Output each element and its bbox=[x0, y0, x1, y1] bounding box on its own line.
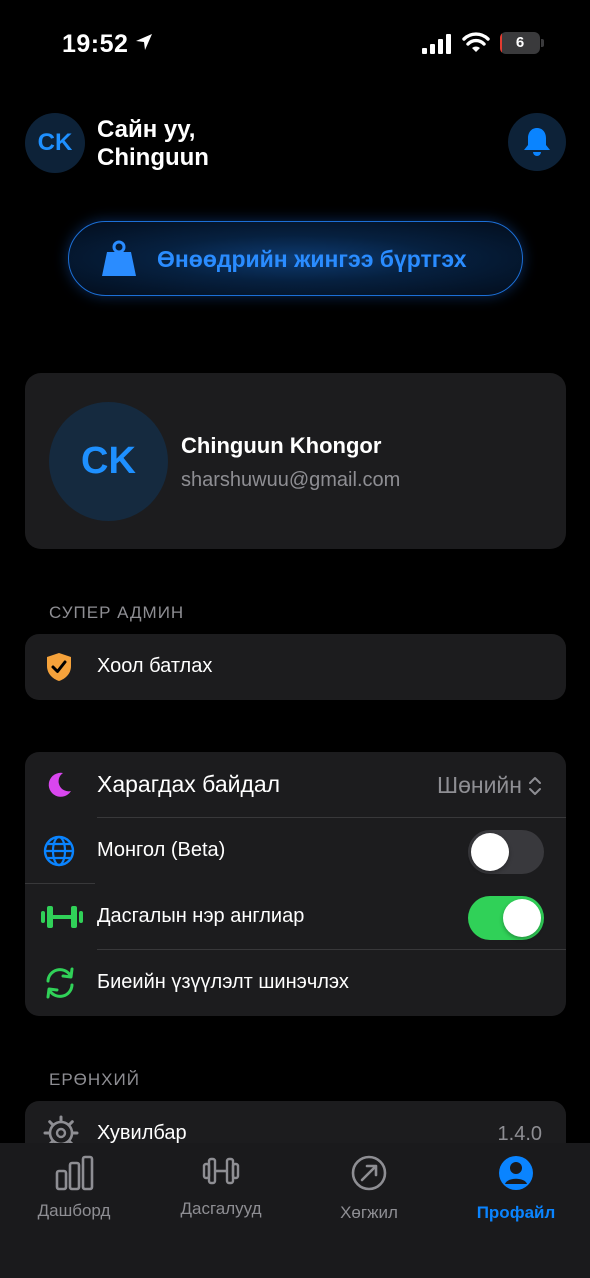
exercise-english-toggle[interactable] bbox=[468, 896, 544, 940]
toggle-knob bbox=[503, 899, 541, 937]
battery-cap bbox=[541, 39, 544, 47]
battery-percent: 6 bbox=[515, 34, 525, 51]
toggle-knob bbox=[471, 833, 509, 871]
appearance-value: Шөнийн bbox=[437, 772, 522, 798]
tab-progress[interactable]: Хөгжил bbox=[309, 1153, 429, 1223]
profile-email: sharshuwuu@gmail.com bbox=[181, 469, 401, 491]
status-time: 19:52 bbox=[62, 30, 129, 58]
profile-card[interactable]: CK Chinguun Khongor sharshuwuu@gmail.com bbox=[25, 373, 566, 549]
cellular-signal-icon bbox=[422, 34, 451, 54]
status-bar: 19:52 6 bbox=[0, 0, 590, 90]
super-admin-group: Хоол батлах bbox=[25, 634, 566, 700]
tab-exercises[interactable]: Дасгалууд bbox=[161, 1151, 281, 1219]
mongolian-row[interactable]: Монгол (Beta) bbox=[25, 818, 566, 884]
refresh-body-metrics-label: Биеийн үзүүлэлт шинэчлэх bbox=[97, 971, 349, 993]
refresh-icon bbox=[46, 967, 74, 999]
battery-indicator: 6 bbox=[500, 32, 540, 54]
appearance-row[interactable]: Харагдах байдал Шөнийн bbox=[25, 752, 566, 818]
approve-food-label: Хоол батлах bbox=[97, 655, 213, 677]
profile-name: Chinguun Khongor bbox=[181, 433, 382, 458]
tab-label: Дашборд bbox=[37, 1201, 111, 1220]
tab-label: Хөгжил bbox=[340, 1203, 398, 1222]
globe-icon bbox=[43, 835, 75, 867]
greeting: Сайн уу, Chinguun bbox=[97, 116, 209, 172]
bell-icon bbox=[524, 128, 550, 156]
log-weight-button[interactable]: Өнөөдрийн жингээ бүртгэх bbox=[68, 221, 523, 296]
profile-screen: 19:52 6 CK Сайн уу, Chinguun Өнөөдрийн ж… bbox=[0, 0, 590, 1278]
appearance-label: Харагдах байдал bbox=[97, 771, 281, 797]
notifications-button[interactable] bbox=[508, 113, 566, 171]
tab-dashboard[interactable]: Дашборд bbox=[14, 1153, 134, 1221]
header-avatar[interactable]: CK bbox=[25, 113, 85, 173]
dumbbell-icon bbox=[202, 1157, 240, 1185]
tab-label: Дасгалууд bbox=[180, 1199, 262, 1218]
mongolian-label: Монгол (Beta) bbox=[97, 839, 226, 861]
tab-profile[interactable]: Профайл bbox=[456, 1153, 576, 1223]
refresh-body-metrics-row[interactable]: Биеийн үзүүлэлт шинэчлэх bbox=[25, 950, 566, 1016]
settings-group: Харагдах байдал Шөнийн Монгол (Beta) Дас… bbox=[25, 752, 566, 1016]
chevron-up-down-icon bbox=[529, 776, 541, 795]
progress-arrow-icon bbox=[351, 1155, 387, 1191]
exercise-english-row[interactable]: Дасгалын нэр англиар bbox=[25, 884, 566, 950]
approve-food-row[interactable]: Хоол батлах bbox=[25, 634, 566, 700]
version-label: Хувилбар bbox=[97, 1122, 187, 1144]
general-section-title: ЕРӨНХИЙ bbox=[49, 1070, 140, 1089]
mongolian-toggle[interactable] bbox=[468, 830, 544, 874]
location-arrow-icon bbox=[136, 34, 152, 50]
greeting-name: Chinguun bbox=[97, 144, 209, 171]
moon-icon bbox=[48, 772, 71, 797]
tab-label: Профайл bbox=[476, 1203, 556, 1222]
bar-chart-icon bbox=[55, 1155, 94, 1191]
greeting-line-1: Сайн уу, bbox=[97, 116, 196, 143]
exercise-english-label: Дасгалын нэр англиар bbox=[97, 905, 305, 927]
dumbbell-icon bbox=[41, 906, 83, 928]
person-icon bbox=[499, 1156, 533, 1190]
appearance-picker[interactable]: Шөнийн bbox=[437, 772, 542, 799]
weight-icon bbox=[102, 240, 136, 276]
profile-avatar: CK bbox=[49, 402, 168, 521]
log-weight-label: Өнөөдрийн жингээ бүртгэх bbox=[157, 246, 467, 272]
shield-check-icon bbox=[47, 653, 71, 681]
tab-bar: Дашборд Дасгалууд Хөгжил Профайл bbox=[0, 1143, 590, 1278]
super-admin-section-title: СУПЕР АДМИН bbox=[49, 603, 185, 622]
wifi-icon bbox=[462, 32, 490, 52]
